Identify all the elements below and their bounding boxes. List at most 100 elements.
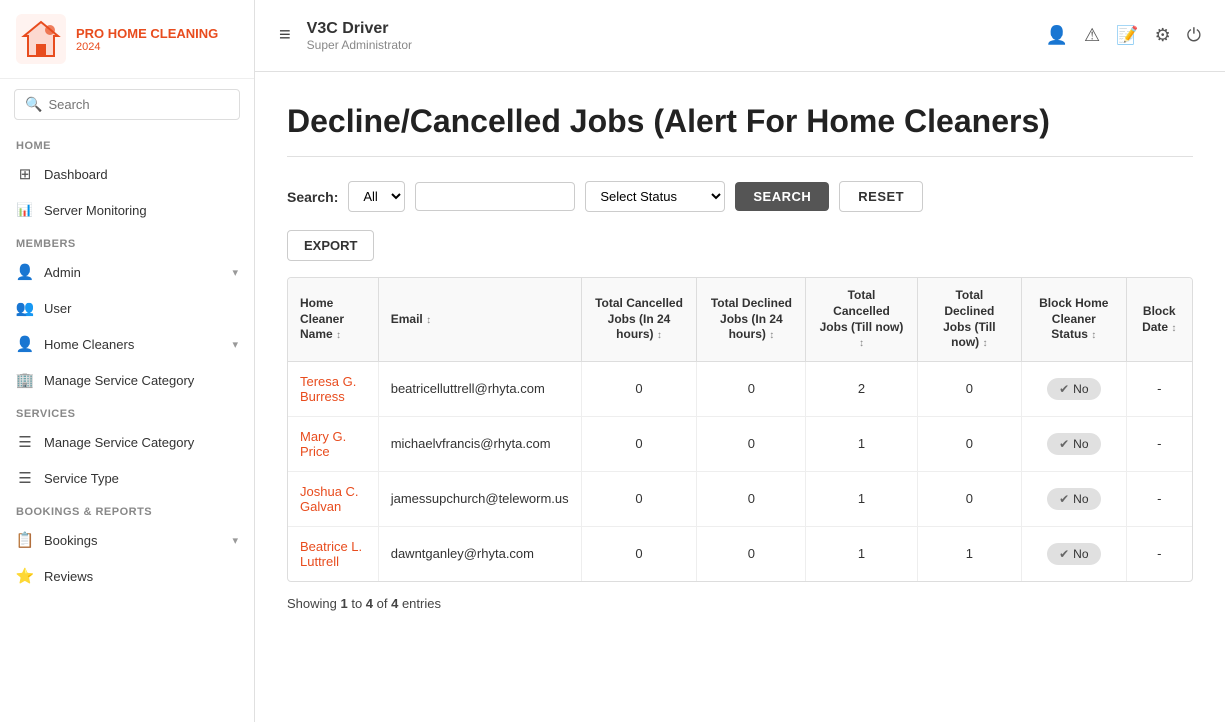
main-area: ≡ V3C Driver Super Administrator 👤 ⚠ 📝 ⚙… [255,0,1225,722]
sidebar-item-label: Manage Service Category [44,435,238,450]
cell-declined-till: 0 [917,416,1022,471]
search-label: Search: [287,189,338,205]
cell-email: jamessupchurch@teleworm.us [378,471,581,526]
col-header-cancelled-till: Total Cancelled Jobs (Till now) ↕ [806,278,917,361]
cell-name: Mary G. Price [288,416,378,471]
col-header-declined-24: Total Declined Jobs (In 24 hours) ↕ [697,278,806,361]
sidebar-item-label: Reviews [44,569,238,584]
sidebar-item-reviews[interactable]: ⭐ Reviews [0,558,254,594]
search-bar: Search: All Select Status SEARCH RESET [287,181,1193,212]
sidebar-item-label: Server Monitoring [44,203,238,218]
search-text-input[interactable] [415,182,575,211]
sidebar-search-container: 🔍 [0,79,254,130]
menu-icon[interactable]: ≡ [279,24,291,47]
col-header-declined-till: Total Declined Jobs (Till now) ↕ [917,278,1022,361]
search-type-select[interactable]: All [348,181,405,212]
cell-cancelled-till: 1 [806,526,917,581]
cell-cancelled-24: 0 [581,471,697,526]
topbar-left: ≡ V3C Driver Super Administrator [279,20,412,52]
check-icon: ✔ [1059,492,1069,506]
alert-icon[interactable]: ⚠ [1084,25,1100,46]
page-title: Decline/Cancelled Jobs (Alert For Home C… [287,102,1193,140]
cell-declined-24: 0 [697,416,806,471]
export-button[interactable]: EXPORT [287,230,374,261]
search-button[interactable]: SEARCH [735,182,829,211]
sidebar-item-bookings[interactable]: 📋 Bookings ▾ [0,522,254,558]
cell-name: Joshua C. Galvan [288,471,378,526]
content-area: Decline/Cancelled Jobs (Alert For Home C… [255,72,1225,722]
cell-declined-24: 0 [697,471,806,526]
service-type-icon: ☰ [16,469,34,487]
driver-role: Super Administrator [307,38,412,52]
logo: PRO HOME CLEANING 2024 [0,0,254,79]
sidebar-item-service-type[interactable]: ☰ Service Type [0,460,254,496]
cleaner-name-link[interactable]: Joshua C. Galvan [300,484,359,514]
section-title-members: MEMBERS [0,228,254,254]
chevron-down-icon: ▾ [232,338,238,351]
logo-year: 2024 [76,41,218,53]
dashboard-icon: ⊞ [16,165,34,183]
cell-name: Beatrice L. Luttrell [288,526,378,581]
sidebar-item-home-cleaners[interactable]: 👤 Home Cleaners ▾ [0,326,254,362]
sidebar-item-label: Manage Service Category [44,373,238,388]
user-icon[interactable]: 👤 [1046,25,1068,46]
block-status-badge[interactable]: ✔ No [1047,433,1100,455]
cell-declined-24: 0 [697,361,806,416]
table-row: Mary G. Price michaelvfrancis@rhyta.com … [288,416,1192,471]
reset-button[interactable]: RESET [839,181,923,212]
cell-declined-24: 0 [697,526,806,581]
company-icon: 🏢 [16,371,34,389]
gear-icon[interactable]: ⚙ [1155,25,1171,46]
logo-text: PRO HOME CLEANING [76,26,218,41]
cell-block-date: - [1126,361,1192,416]
cell-declined-till: 0 [917,361,1022,416]
cell-email: dawntganley@rhyta.com [378,526,581,581]
sidebar-item-dashboard[interactable]: ⊞ Dashboard [0,156,254,192]
status-select[interactable]: Select Status [585,181,725,212]
user-icon: 👥 [16,299,34,317]
reviews-icon: ⭐ [16,567,34,585]
cleaner-name-link[interactable]: Teresa G. Burress [300,374,356,404]
notes-icon[interactable]: 📝 [1116,25,1138,46]
section-title-bookings: BOOKINGS & REPORTS [0,496,254,522]
cell-email: beatricelluttrell@rhyta.com [378,361,581,416]
cell-block-date: - [1126,471,1192,526]
sidebar-item-company[interactable]: 🏢 Manage Service Category [0,362,254,398]
section-title-home: HOME [0,130,254,156]
search-input[interactable] [48,97,229,112]
block-status-badge[interactable]: ✔ No [1047,488,1100,510]
server-monitoring-icon: 📊 [16,201,34,219]
sidebar-section-home: HOME ⊞ Dashboard 📊 Server Monitoring [0,130,254,228]
sidebar-item-admin[interactable]: 👤 Admin ▾ [0,254,254,290]
manage-service-category-icon: ☰ [16,433,34,451]
sidebar-item-server-monitoring[interactable]: 📊 Server Monitoring [0,192,254,228]
sidebar-item-manage-service-category[interactable]: ☰ Manage Service Category [0,424,254,460]
block-status-badge[interactable]: ✔ No [1047,378,1100,400]
sidebar-item-label: Service Type [44,471,238,486]
topbar-title: V3C Driver Super Administrator [307,20,412,52]
cell-cancelled-till: 2 [806,361,917,416]
check-icon: ✔ [1059,547,1069,561]
sidebar-item-label: Bookings [44,533,222,548]
table-row: Beatrice L. Luttrell dawntganley@rhyta.c… [288,526,1192,581]
chevron-down-icon: ▾ [232,266,238,279]
table-row: Joshua C. Galvan jamessupchurch@teleworm… [288,471,1192,526]
cell-declined-till: 1 [917,526,1022,581]
cell-block-status: ✔ No [1022,526,1126,581]
sidebar: PRO HOME CLEANING 2024 🔍 HOME ⊞ Dashboar… [0,0,255,722]
block-status-badge[interactable]: ✔ No [1047,543,1100,565]
cell-email: michaelvfrancis@rhyta.com [378,416,581,471]
topbar: ≡ V3C Driver Super Administrator 👤 ⚠ 📝 ⚙… [255,0,1225,72]
cell-cancelled-24: 0 [581,361,697,416]
cell-block-status: ✔ No [1022,361,1126,416]
chevron-down-icon: ▾ [232,534,238,547]
page-divider [287,156,1193,157]
cell-name: Teresa G. Burress [288,361,378,416]
sidebar-item-user[interactable]: 👥 User [0,290,254,326]
cleaner-name-link[interactable]: Beatrice L. Luttrell [300,539,362,569]
power-icon[interactable]: ⏻ [1187,25,1201,46]
col-header-name: Home Cleaner Name ↕ [288,278,378,361]
search-icon: 🔍 [25,96,42,113]
col-header-email: Email ↕ [378,278,581,361]
cleaner-name-link[interactable]: Mary G. Price [300,429,346,459]
